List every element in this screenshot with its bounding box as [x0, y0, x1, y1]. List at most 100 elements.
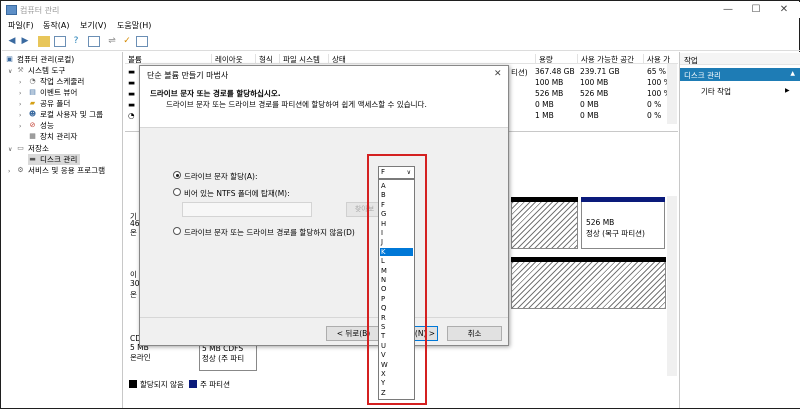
menu-action[interactable]: 동작(A) [43, 20, 69, 31]
cell-pct: 0 % [647, 100, 662, 109]
disk0-status: 온 [130, 228, 137, 237]
forward-arrow-icon[interactable]: ▶ [19, 36, 31, 47]
cell-free: 526 MB [580, 89, 609, 98]
cell-free: 0 MB [580, 100, 599, 109]
mount-folder-label[interactable]: 비어 있는 NTFS 폴더에 탑재(M): [184, 188, 290, 199]
disk0-hatched-partition[interactable] [511, 197, 578, 249]
tree-item-device-manager[interactable]: ▦ 장치 관리자 [28, 131, 77, 142]
cd-part-status: 정상 (주 파티 [202, 354, 245, 363]
tree-item-event-viewer[interactable]: ▤ 이벤트 뷰어 [28, 87, 77, 98]
close-button[interactable]: ✕ [770, 2, 798, 18]
tree-item-local-users[interactable]: ☻ 로컬 사용자 및 그룹 [28, 109, 103, 120]
menu-bar: 파일(F) 동작(A) 보기(V) 도움말(H) [2, 18, 800, 33]
tree-item-services[interactable]: ⚙ 서비스 및 응용 프로그램 [16, 165, 105, 176]
cd-status: 온라인 [130, 353, 151, 362]
col-capacity[interactable]: 용량 [535, 54, 577, 64]
dialog-close-icon[interactable]: ✕ [494, 69, 502, 79]
disk0-bar-black [511, 197, 578, 202]
storage-icon: ▭ [17, 144, 24, 152]
cell-capacity: 526 MB [535, 89, 564, 98]
event-viewer-icon: ▤ [29, 88, 36, 96]
disk-icon: ▬ [29, 155, 36, 163]
mount-folder-radio[interactable] [173, 188, 181, 196]
assign-letter-radio[interactable] [173, 171, 181, 179]
tree-item-performance[interactable]: ⊘ 성능 [28, 120, 54, 131]
tree-label-root: 컴퓨터 관리(로컬) [17, 55, 75, 64]
collapse-arrow-icon[interactable]: ∨ [8, 68, 12, 75]
tree-item-shared-folders[interactable]: ▰ 공유 폴더 [28, 98, 71, 109]
connect-icon[interactable]: ⇌ [106, 36, 118, 47]
disk1-hatched-partition[interactable] [511, 257, 666, 309]
actions-pane [679, 52, 800, 408]
col-type[interactable]: 형식 [255, 54, 279, 64]
properties-icon[interactable] [88, 36, 100, 47]
expand-arrow-icon[interactable]: › [19, 112, 21, 119]
list-icon[interactable] [136, 36, 148, 47]
submenu-arrow-icon: ▶ [785, 87, 790, 94]
services-icon: ⚙ [17, 166, 24, 174]
volume-list-scrollbar[interactable] [667, 64, 677, 124]
col-percent-free[interactable]: 사용 가 [643, 54, 678, 64]
cell-pct: 65 % [647, 67, 667, 76]
expand-arrow-icon[interactable]: › [8, 168, 10, 175]
users-icon: ☻ [28, 110, 37, 118]
actions-more[interactable]: 기타 작업 [701, 86, 731, 97]
disk1-status: 온 [130, 290, 137, 299]
shared-folder-icon: ▰ [29, 99, 36, 107]
tree-item-root[interactable]: ▣ 컴퓨터 관리(로컬) [5, 54, 74, 65]
minimize-button[interactable]: — [714, 2, 742, 18]
tree-label-performance: 성능 [40, 121, 54, 130]
col-volume[interactable]: 볼륨 [125, 54, 211, 64]
cell-capacity: 100 MB [535, 78, 564, 87]
tree-item-task-scheduler[interactable]: ◔ 작업 스케줄러 [28, 76, 84, 87]
primary-swatch [189, 380, 197, 388]
menu-view[interactable]: 보기(V) [80, 20, 106, 31]
expand-arrow-icon[interactable]: › [19, 123, 21, 130]
actions-disk-management[interactable]: 디스크 관리 ▲ [680, 68, 800, 81]
disk-graph-scrollbar[interactable] [667, 196, 677, 376]
disk0-part-status: 정상 (복구 파티션) [586, 229, 645, 238]
back-arrow-icon[interactable]: ◀ [6, 36, 18, 47]
col-free-space[interactable]: 사용 가능한 공간 [577, 54, 643, 64]
legend-unallocated: 할당되지 않음 [140, 380, 184, 389]
tree-label-system-tools: 시스템 도구 [28, 66, 66, 75]
dialog-divider [140, 317, 508, 318]
expand-arrow-icon[interactable]: › [19, 101, 21, 108]
tree-label-local-users: 로컬 사용자 및 그룹 [40, 110, 104, 119]
maximize-button[interactable]: ☐ [742, 2, 770, 18]
volume-row-icon: ◔ [128, 111, 135, 120]
cancel-button[interactable]: 취소 [447, 326, 502, 341]
no-letter-radio[interactable] [173, 227, 181, 235]
col-layout[interactable]: 레이아웃 [211, 54, 255, 64]
dialog-header: 드라이브 문자 또는 경로를 할당하십시오. 드라이브 문자 또는 드라이브 경… [140, 83, 508, 128]
help-icon[interactable]: ? [70, 36, 82, 47]
no-letter-label[interactable]: 드라이브 문자 또는 드라이브 경로를 할당하지 않음(D) [184, 227, 355, 238]
expand-arrow-icon[interactable]: › [19, 79, 21, 86]
col-filesystem[interactable]: 파일 시스템 [279, 54, 328, 64]
menu-help[interactable]: 도움말(H) [117, 20, 151, 31]
actions-disk-management-label: 디스크 관리 [684, 71, 721, 80]
tree-item-system-tools[interactable]: ⚒ 시스템 도구 [16, 65, 65, 76]
menu-file[interactable]: 파일(F) [8, 20, 34, 31]
tree-item-disk-management[interactable]: ▬ 디스크 관리 [28, 154, 81, 165]
collapse-arrow-icon[interactable]: ∨ [8, 146, 12, 153]
up-folder-icon[interactable] [38, 36, 50, 47]
window-title: 컴퓨터 관리 [20, 6, 60, 15]
tree-label-device-manager: 장치 관리자 [40, 132, 78, 141]
computer-management-icon [6, 5, 17, 15]
expand-arrow-icon[interactable]: › [19, 90, 21, 97]
col-status[interactable]: 상태 [328, 54, 535, 64]
volume-row-icon: ▬ [128, 78, 136, 87]
computer-icon: ▣ [6, 55, 13, 63]
show-hide-tree-icon[interactable] [54, 36, 66, 47]
tree-label-event-viewer: 이벤트 뷰어 [40, 88, 78, 97]
tree-label-services: 서비스 및 응용 프로그램 [28, 166, 106, 175]
cell-free: 0 MB [580, 111, 599, 120]
check-icon[interactable]: ✓ [121, 36, 133, 47]
collapse-up-icon[interactable]: ▲ [790, 70, 795, 77]
assign-letter-label[interactable]: 드라이브 문자 할당(A): [184, 171, 257, 182]
ntfs-folder-input[interactable] [182, 202, 312, 217]
tree-label-shared-folders: 공유 폴더 [40, 99, 71, 108]
tree-item-storage[interactable]: ▭ 저장소 [16, 143, 49, 154]
clock-icon: ◔ [29, 77, 36, 85]
